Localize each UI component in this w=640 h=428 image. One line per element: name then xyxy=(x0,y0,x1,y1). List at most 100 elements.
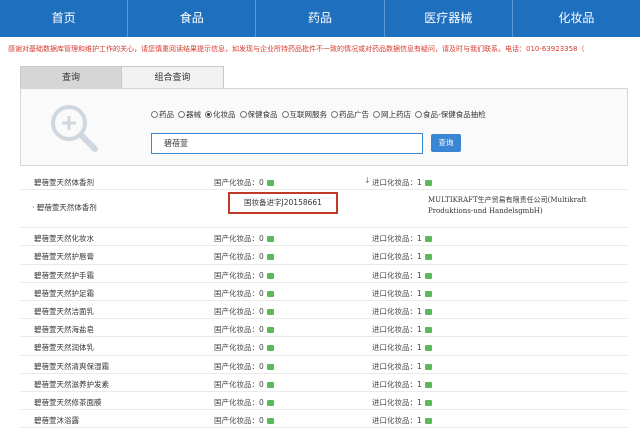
green-badge-icon[interactable] xyxy=(266,327,274,334)
green-badge-icon[interactable] xyxy=(424,327,432,334)
product-name[interactable]: 碧蓓萱天然体香剂 xyxy=(34,177,94,188)
nav-item-food[interactable]: 食品 xyxy=(128,0,257,37)
radio-label: 食品-保健食品抽检 xyxy=(423,110,486,119)
domestic-count: 国产化妆品：0 xyxy=(214,251,274,262)
radio-dot[interactable] xyxy=(178,111,185,118)
domestic-count: 国产化妆品：0 xyxy=(214,306,274,317)
radio-label: 器械 xyxy=(186,110,201,119)
radio-food-sampling[interactable]: 食品-保健食品抽检 xyxy=(415,109,486,120)
green-badge-icon[interactable] xyxy=(424,180,432,186)
product-name[interactable]: 碧蓓萱天然护足霜 xyxy=(34,288,94,299)
radio-label: 药品广告 xyxy=(339,110,369,119)
product-name[interactable]: 碧蓓萱天然修茶面膜 xyxy=(34,397,102,408)
radio-dot-selected[interactable] xyxy=(205,111,212,118)
product-name[interactable]: 碧蓓萱天然洁面乳 xyxy=(34,306,94,317)
nav-item-cosmetics[interactable]: 化妆品 xyxy=(513,0,640,37)
green-badge-icon[interactable] xyxy=(266,345,274,352)
radio-devices[interactable]: 器械 xyxy=(178,109,201,120)
domestic-count-label: 国产化妆品：0 xyxy=(214,288,264,298)
result-row[interactable]: 碧蓓萱天然清爽保湿霜 国产化妆品：0 进口化妆品：1 xyxy=(20,356,628,374)
green-badge-icon[interactable] xyxy=(424,308,432,315)
result-row[interactable]: 碧蓓萱天然洁面乳 国产化妆品：0 进口化妆品：1 xyxy=(20,301,628,320)
green-badge-icon[interactable] xyxy=(424,236,432,243)
green-badge-icon[interactable] xyxy=(266,254,274,261)
result-row[interactable]: 碧蓓萱天然海盐皂 国产化妆品：0 进口化妆品：1 xyxy=(20,319,628,338)
radio-dot[interactable] xyxy=(239,111,247,118)
green-badge-icon[interactable] xyxy=(424,381,432,388)
green-badge-icon[interactable] xyxy=(266,290,274,297)
imported-count-label: 进口化妆品：1 xyxy=(372,379,422,389)
radio-online-pharmacy[interactable]: 网上药店 xyxy=(373,109,411,120)
imported-count: 进口化妆品：1 xyxy=(372,379,432,390)
radio-health-food[interactable]: 保健食品 xyxy=(239,109,278,120)
imported-count-label: 进口化妆品：1 xyxy=(372,270,422,280)
detail-product-name[interactable]: · 碧蓓萱天然体香剂 xyxy=(32,202,97,213)
product-name[interactable]: 碧蓓萱天然润体乳 xyxy=(34,342,94,353)
green-badge-icon[interactable] xyxy=(424,272,432,279)
imported-count-label: 进口化妆品：1 xyxy=(372,178,422,187)
green-badge-icon[interactable] xyxy=(266,381,274,388)
result-row[interactable]: 碧蓓萱天然润体乳 国产化妆品：0 进口化妆品：1 xyxy=(20,337,628,356)
radio-drug-ads[interactable]: 药品广告 xyxy=(331,109,369,120)
green-badge-icon[interactable] xyxy=(424,345,432,352)
green-badge-icon[interactable] xyxy=(424,363,432,370)
product-name[interactable]: 碧蓓萱沐浴露 xyxy=(34,415,79,426)
radio-dot[interactable] xyxy=(373,111,380,118)
product-name[interactable]: 碧蓓萱天然化妆水 xyxy=(34,233,94,244)
imported-count: 进口化妆品：1 xyxy=(372,324,432,335)
radio-dot[interactable] xyxy=(281,111,289,118)
imported-count-label: 进口化妆品：1 xyxy=(372,306,422,316)
green-badge-icon[interactable] xyxy=(266,363,274,370)
search-input[interactable]: 碧蓓萱 xyxy=(151,133,423,154)
green-badge-icon[interactable] xyxy=(424,254,432,261)
nav-item-medical-devices[interactable]: 医疗器械 xyxy=(385,0,513,37)
tab-combined-query[interactable]: 组合查询 xyxy=(122,66,224,88)
green-badge-icon[interactable] xyxy=(266,418,274,425)
imported-count-label: 进口化妆品：1 xyxy=(372,416,422,426)
result-row[interactable]: 碧蓓萱天然护唇膏 国产化妆品：0 进口化妆品：1 xyxy=(20,246,628,265)
radio-label: 化妆品 xyxy=(213,110,236,119)
top-nav: 首页 食品 药品 医疗器械 化妆品 xyxy=(0,0,640,37)
imported-count: 进口化妆品：1 xyxy=(372,288,432,299)
green-badge-icon[interactable] xyxy=(424,418,432,425)
search-button[interactable]: 查询 xyxy=(431,134,461,152)
result-row[interactable]: 碧蓓萱天然修茶面膜 国产化妆品：0 进口化妆品：1 xyxy=(20,392,628,411)
green-badge-icon[interactable] xyxy=(424,290,432,297)
product-name[interactable]: 碧蓓萱天然海盐皂 xyxy=(34,324,94,335)
product-name[interactable]: 碧蓓萱天然护唇膏 xyxy=(34,251,94,262)
imported-count-label: 进口化妆品：1 xyxy=(372,234,422,244)
green-badge-icon[interactable] xyxy=(266,272,274,279)
radio-cosmetics[interactable]: 化妆品 xyxy=(205,109,236,120)
radio-dot[interactable] xyxy=(415,111,422,118)
search-tabs: 查询 组合查询 xyxy=(20,66,224,88)
green-badge-icon[interactable] xyxy=(266,236,274,243)
result-row[interactable]: 碧蓓萱天然护足霜 国产化妆品：0 进口化妆品：1 xyxy=(20,283,628,301)
green-badge-icon[interactable] xyxy=(424,399,432,406)
nav-item-home[interactable]: 首页 xyxy=(0,0,129,37)
result-row[interactable]: 碧蓓萱天然滋养护发素 国产化妆品：0 进口化妆品：1 xyxy=(20,374,628,392)
product-name[interactable]: 碧蓓萱天然护手霜 xyxy=(34,270,94,281)
result-row[interactable]: 碧蓓萱天然护手霜 国产化妆品：0 进口化妆品：1 xyxy=(20,265,628,283)
product-name[interactable]: 碧蓓萱天然清爽保湿霜 xyxy=(34,361,109,372)
green-badge-icon[interactable] xyxy=(266,180,274,186)
radio-dot[interactable] xyxy=(331,111,338,118)
imported-count: 进口化妆品：1 xyxy=(372,177,432,188)
product-name[interactable]: 碧蓓萱天然滋养护发素 xyxy=(34,379,109,390)
domestic-count-label: 国产化妆品：0 xyxy=(214,234,264,244)
imported-count: 进口化妆品：1 xyxy=(372,342,432,353)
result-row[interactable]: 碧蓓萱沐浴露 国产化妆品：0 进口化妆品：1 xyxy=(20,410,628,428)
green-badge-icon[interactable] xyxy=(266,399,274,406)
result-row[interactable]: 碧蓓萱天然化妆水 国产化妆品：0 进口化妆品：1 xyxy=(20,228,628,247)
radio-drugs[interactable]: 药品 xyxy=(151,109,174,120)
result-row[interactable]: 碧蓓萱天然体香剂 国产化妆品：0 ↓ 进口化妆品：1 xyxy=(20,172,628,191)
radio-internet-service[interactable]: 互联网服务 xyxy=(281,109,327,120)
imported-count: 进口化妆品：1 xyxy=(372,251,432,262)
imported-count-label: 进口化妆品：1 xyxy=(372,325,422,335)
tab-query[interactable]: 查询 xyxy=(20,66,122,88)
nav-item-drugs[interactable]: 药品 xyxy=(256,0,385,37)
green-badge-icon[interactable] xyxy=(266,308,274,315)
radio-label: 保健食品 xyxy=(247,110,278,119)
radio-dot[interactable] xyxy=(151,111,158,118)
domestic-count-label: 国产化妆品：0 xyxy=(214,397,264,407)
domestic-count: 国产化妆品：0 xyxy=(214,342,274,353)
